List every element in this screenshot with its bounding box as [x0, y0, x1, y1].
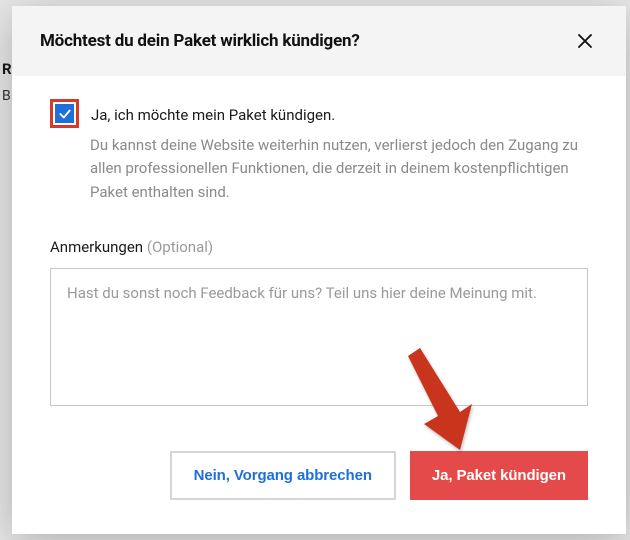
modal-body: Ja, ich möchte mein Paket kündigen. Du k… [12, 76, 626, 439]
close-icon [576, 32, 594, 50]
background-text: B [2, 88, 11, 104]
modal-footer: Nein, Vorgang abbrechen Ja, Paket kündig… [12, 439, 626, 534]
close-button[interactable] [572, 28, 598, 54]
comments-textarea[interactable] [50, 268, 588, 406]
annotation-highlight [50, 99, 79, 128]
cancel-package-modal: Möchtest du dein Paket wirklich kündigen… [12, 6, 626, 534]
confirm-help-text: Du kannst deine Website weiterhin nutzen… [90, 134, 588, 204]
comments-label-text: Anmerkungen [50, 238, 143, 256]
confirm-checkbox-row: Ja, ich möchte mein Paket kündigen. [50, 102, 588, 128]
confirm-button[interactable]: Ja, Paket kündigen [410, 451, 588, 500]
comments-label: Anmerkungen (Optional) [50, 238, 588, 256]
confirm-checkbox[interactable] [55, 104, 74, 123]
confirm-checkbox-label[interactable]: Ja, ich möchte mein Paket kündigen. [91, 102, 335, 127]
checkmark-icon [58, 107, 72, 121]
modal-title: Möchtest du dein Paket wirklich kündigen… [40, 31, 360, 51]
cancel-button[interactable]: Nein, Vorgang abbrechen [170, 451, 396, 500]
background-text: R [2, 60, 12, 78]
comments-optional-text: (Optional) [147, 238, 213, 256]
modal-header: Möchtest du dein Paket wirklich kündigen… [12, 6, 626, 76]
